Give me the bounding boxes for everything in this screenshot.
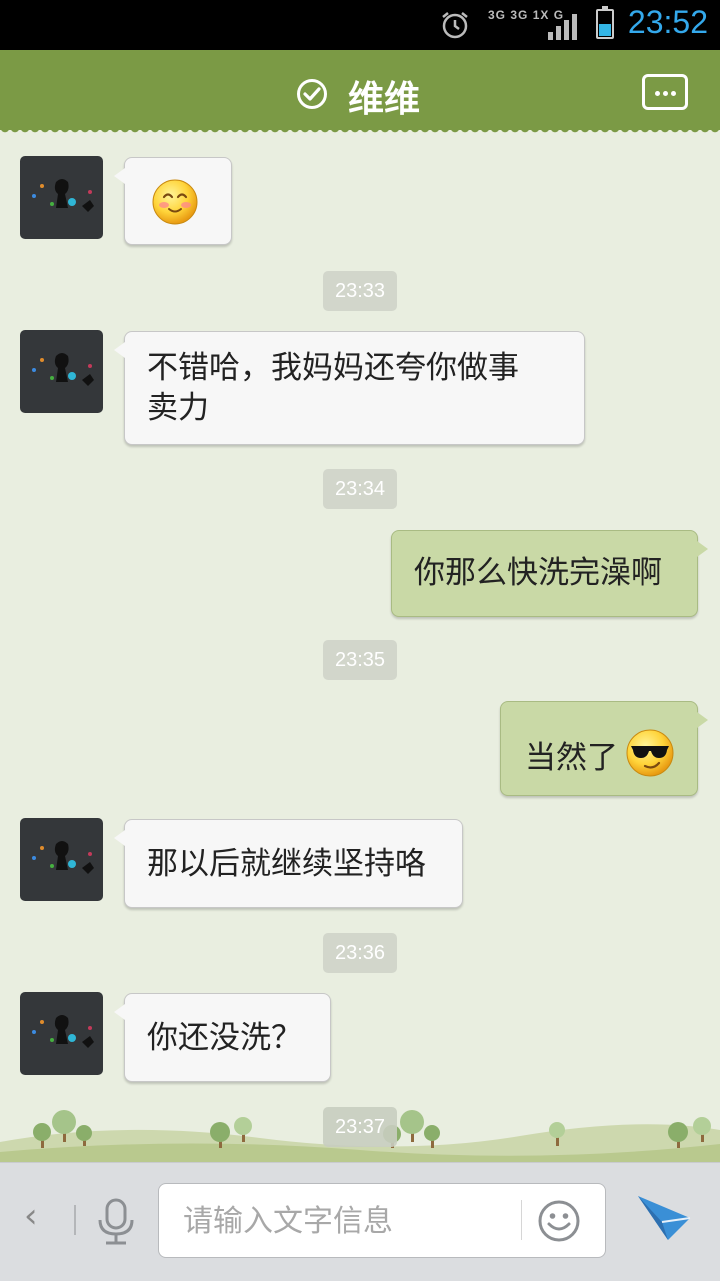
cool-sunglasses-emoji-icon xyxy=(626,729,674,777)
timestamp-chip: 23:33 xyxy=(323,271,397,311)
message-text: 那以后就继续坚持咯 xyxy=(147,846,426,882)
battery-icon xyxy=(596,6,614,39)
timestamp-chip: 23:36 xyxy=(323,933,397,973)
alarm-clock-icon xyxy=(442,12,468,39)
status-clock: 23:52 xyxy=(627,4,708,40)
message-text: 当然了 xyxy=(525,740,618,776)
more-options-button[interactable] xyxy=(642,74,688,110)
message-input-field[interactable] xyxy=(158,1183,606,1258)
message-input[interactable] xyxy=(181,1198,505,1244)
message-text: 你还没洗？ xyxy=(147,1020,302,1056)
microphone-icon[interactable] xyxy=(96,1198,136,1246)
status-bar: 3G 3G 1X G 23:52 xyxy=(0,0,720,50)
message-bubble-outgoing[interactable]: 你那么快洗完澡啊 xyxy=(391,530,708,617)
timestamp-chip: 23:35 xyxy=(323,640,397,680)
message-text: 不错哈，我妈妈还夸你做事 xyxy=(147,350,519,386)
back-chevron-icon[interactable]: ‹ xyxy=(24,1196,38,1236)
battery-level xyxy=(599,24,611,36)
message-bubble-incoming[interactable]: 你还没洗？ xyxy=(114,993,331,1082)
send-paper-plane-icon[interactable] xyxy=(636,1192,692,1244)
network-label: 3G xyxy=(488,8,507,22)
message-bubble-outgoing[interactable]: 当然了 xyxy=(500,701,708,796)
divider xyxy=(521,1200,522,1240)
verified-check-icon xyxy=(297,79,327,109)
network-label: 1X xyxy=(532,8,550,22)
title-bar-scalloped-edge xyxy=(0,128,720,138)
chat-contact-name: 维维 xyxy=(348,79,421,120)
divider xyxy=(74,1205,76,1235)
emoji-picker-icon[interactable] xyxy=(537,1199,581,1243)
message-text: 你那么快洗完澡啊 xyxy=(414,555,662,591)
timestamp-chip: 23:37 xyxy=(323,1107,397,1147)
contact-avatar[interactable] xyxy=(20,818,103,901)
smile-blush-emoji-icon xyxy=(152,179,198,225)
network-label: 3G xyxy=(510,8,529,22)
timestamp-chip: 23:34 xyxy=(323,469,397,509)
message-bubble-incoming[interactable]: 不错哈，我妈妈还夸你做事 卖力 xyxy=(114,331,585,445)
contact-avatar[interactable] xyxy=(20,156,103,239)
message-bubble-incoming[interactable] xyxy=(114,157,232,245)
contact-avatar[interactable] xyxy=(20,330,103,413)
contact-avatar[interactable] xyxy=(20,992,103,1075)
signal-strength-icon xyxy=(548,12,580,40)
message-bubble-incoming[interactable]: 那以后就继续坚持咯 xyxy=(114,819,463,908)
message-text: 卖力 xyxy=(147,390,209,426)
